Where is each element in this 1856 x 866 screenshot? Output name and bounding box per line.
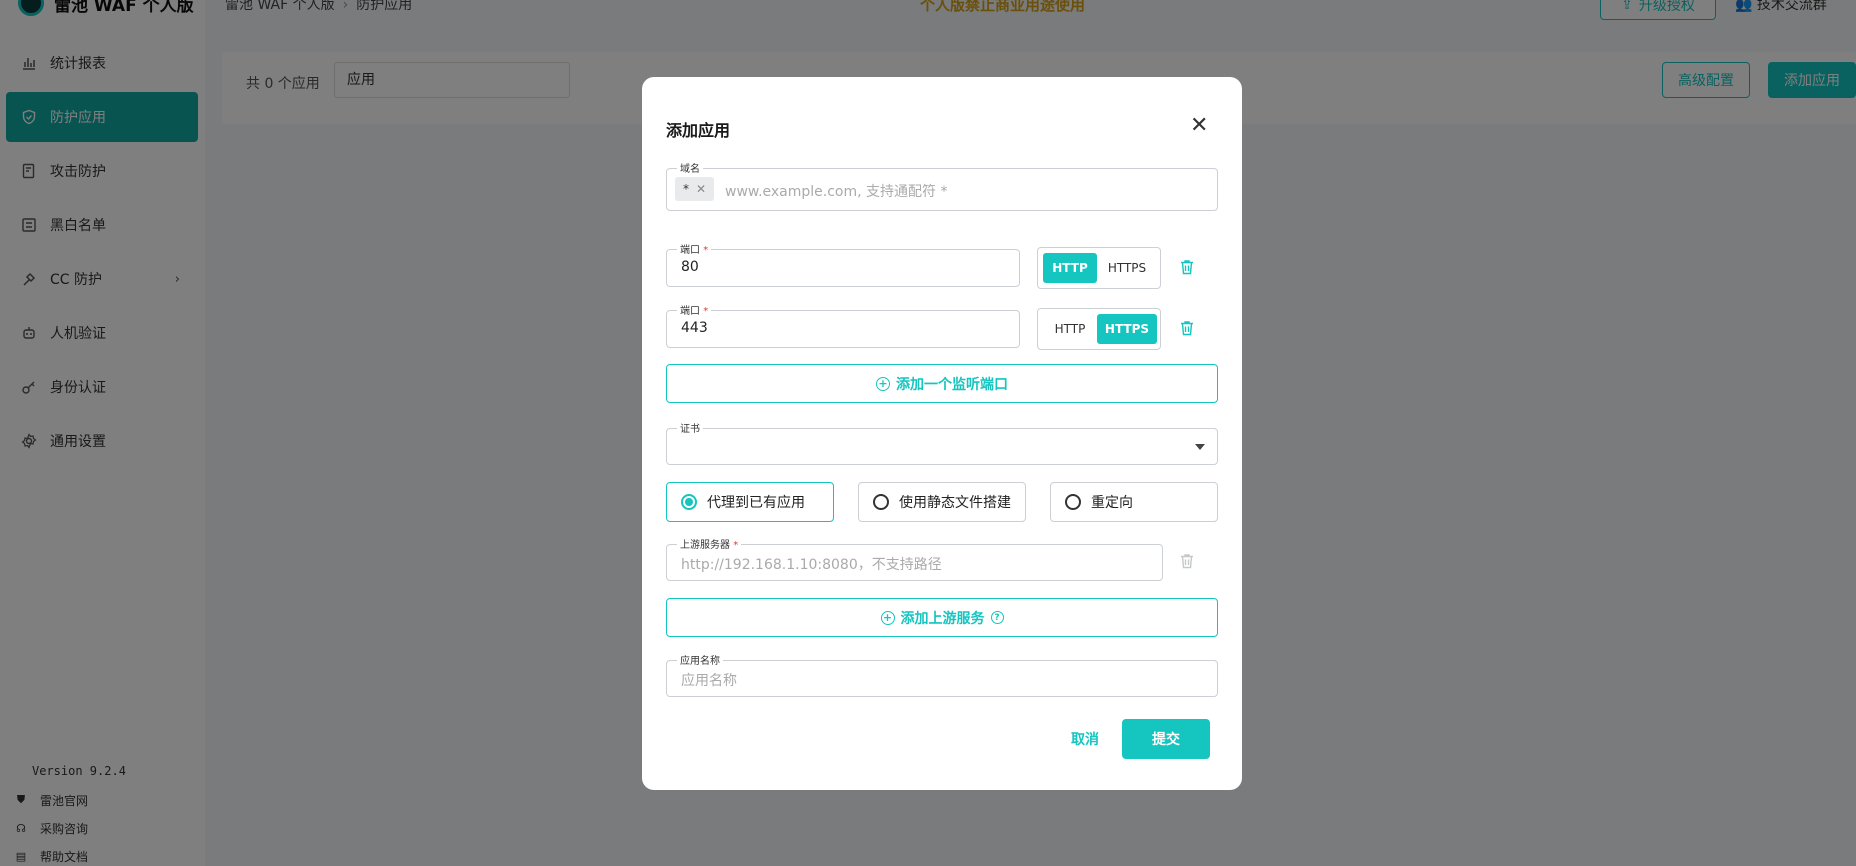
upstream-placeholder: http://192.168.1.10:8080，不支持路径 — [681, 557, 942, 573]
plus-circle-icon: + — [880, 610, 895, 625]
mode-label: 代理到已有应用 — [707, 495, 805, 511]
port-field-1[interactable]: 端口 * 80 — [666, 241, 1020, 287]
upstream-input[interactable]: 上游服务器 * http://192.168.1.10:8080，不支持路径 — [666, 536, 1163, 581]
cert-label: 证书 — [677, 420, 703, 435]
add-upstream-label: 添加上游服务 — [900, 610, 985, 627]
protocol-toggle-2: HTTP HTTPS — [1037, 308, 1161, 350]
chip-remove-icon[interactable]: ✕ — [696, 182, 706, 196]
radio-icon — [873, 494, 889, 510]
app-name-input[interactable]: 应用名称 应用名称 — [666, 652, 1218, 697]
http-option[interactable]: HTTP — [1043, 314, 1097, 344]
add-app-modal: 添加应用 ✕ 域名 * ✕ www.example.com, 支持通配符 * 端… — [642, 77, 1242, 790]
delete-port-2-icon[interactable] — [1180, 320, 1196, 338]
delete-port-1-icon[interactable] — [1180, 259, 1196, 277]
delete-upstream-icon[interactable] — [1180, 553, 1196, 571]
help-icon[interactable]: ? — [990, 611, 1004, 624]
submit-button[interactable]: 提交 — [1122, 719, 1210, 759]
radio-icon — [1065, 494, 1081, 510]
protocol-toggle-1: HTTP HTTPS — [1037, 247, 1161, 289]
cert-select[interactable]: 证书 — [666, 420, 1218, 465]
https-option[interactable]: HTTPS — [1097, 253, 1157, 283]
add-listen-port-button[interactable]: + 添加一个监听端口 — [666, 364, 1218, 403]
domain-chip: * ✕ — [675, 177, 715, 201]
port-label: 端口 * — [677, 302, 712, 317]
mode-proxy-option[interactable]: 代理到已有应用 — [666, 482, 834, 522]
http-option[interactable]: HTTP — [1043, 253, 1097, 283]
radio-selected-icon — [681, 494, 697, 510]
app-name-placeholder: 应用名称 — [681, 673, 737, 689]
app-name-label: 应用名称 — [677, 652, 723, 667]
domain-label: 域名 — [677, 160, 703, 175]
mode-redirect-option[interactable]: 重定向 — [1050, 482, 1218, 522]
domain-chip-text: * — [683, 182, 689, 196]
mode-label: 重定向 — [1091, 495, 1133, 511]
mode-label: 使用静态文件搭建 — [899, 495, 1011, 511]
port-value: 443 — [681, 320, 708, 336]
domain-field[interactable]: 域名 * ✕ www.example.com, 支持通配符 * — [666, 160, 1218, 211]
cancel-button[interactable]: 取消 — [1050, 719, 1120, 759]
port-field-2[interactable]: 端口 * 443 — [666, 302, 1020, 348]
add-upstream-button[interactable]: + 添加上游服务 ? — [666, 598, 1218, 637]
https-option[interactable]: HTTPS — [1097, 314, 1157, 344]
mode-static-option[interactable]: 使用静态文件搭建 — [858, 482, 1026, 522]
port-label: 端口 * — [677, 241, 712, 256]
chevron-down-icon — [1195, 444, 1205, 450]
domain-placeholder: www.example.com, 支持通配符 * — [725, 184, 948, 200]
plus-circle-icon: + — [876, 376, 890, 391]
modal-title: 添加应用 — [666, 121, 731, 140]
add-port-label: 添加一个监听端口 — [896, 376, 1008, 393]
close-icon[interactable]: ✕ — [1190, 115, 1208, 137]
port-value: 80 — [681, 259, 699, 275]
upstream-label: 上游服务器 * — [677, 536, 742, 551]
